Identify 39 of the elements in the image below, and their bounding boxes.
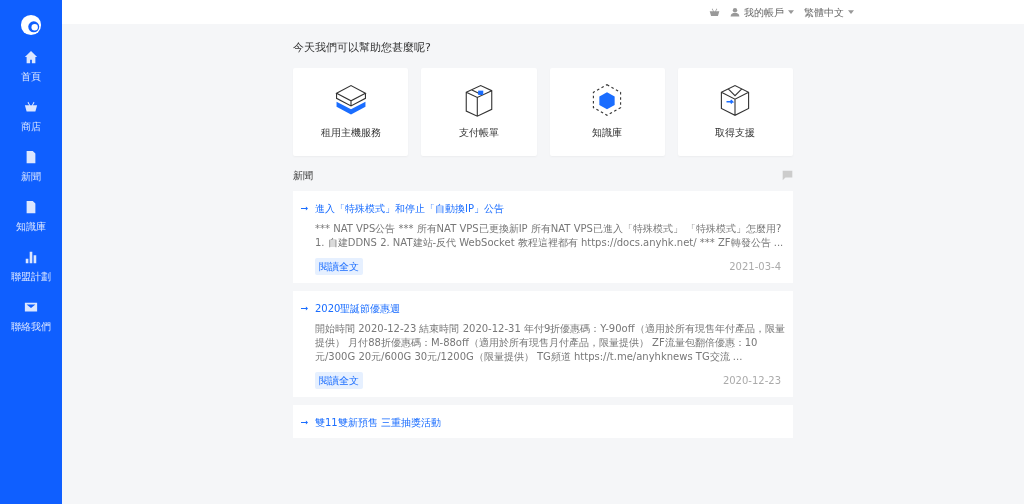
sidebar-item[interactable]: 知識庫	[0, 200, 62, 250]
info-document-icon	[24, 200, 38, 214]
page-heading: 今天我們可以幫助您甚麼呢?	[293, 40, 432, 56]
news-title-link[interactable]: 2020聖誕節優惠週	[315, 300, 401, 316]
news-title-link[interactable]: 進入「特殊模式」和停止「自動換IP」公告	[315, 200, 504, 216]
news-title-link[interactable]: 雙11雙新預售 三重抽獎活動	[315, 414, 441, 430]
section-title: 新聞	[293, 168, 313, 183]
file-icon	[24, 150, 38, 164]
action-card[interactable]: 租用主機服務	[293, 67, 409, 156]
account-menu[interactable]: 我的帳戶	[730, 4, 794, 20]
user-icon	[730, 7, 740, 17]
read-more-button[interactable]: 閱讀全文	[315, 371, 363, 389]
language-menu[interactable]: 繁體中文	[804, 4, 854, 20]
home-icon	[24, 50, 38, 64]
arrow-icon	[301, 305, 308, 311]
basket-icon[interactable]	[709, 6, 720, 18]
arrow-icon	[301, 205, 308, 211]
news-date: 2020-12-23	[722, 373, 781, 388]
action-card[interactable]: 取得支援	[677, 67, 793, 156]
news-excerpt: 開始時間 2020-12-23 結束時間 2020-12-31 年付9折優惠碼：Y-90off（適用於所有現售年付產品，限量提供） 月付88折優惠碼：M-88off（適用於所有現售月付產品，限量提供） ZF流量包翻倍優惠：10元/300G 20元/600G 30元/1200G（限量提供） TG頻道 https://t.me/anyhknews TG交流 ...	[315, 321, 785, 364]
basket-icon	[24, 100, 38, 114]
sidebar-item[interactable]: 首頁	[0, 50, 62, 100]
sidebar-item[interactable]: 聯盟計劃	[0, 250, 62, 300]
arrow-icon	[301, 419, 308, 425]
comment-icon	[782, 169, 793, 181]
caret-icon	[788, 10, 794, 14]
server-stack-icon	[333, 83, 368, 117]
sidebar-item[interactable]: 新聞	[0, 150, 62, 200]
action-card[interactable]: 支付帳單	[421, 67, 537, 156]
sidebar-item[interactable]: 商店	[0, 100, 62, 150]
news-excerpt: *** NAT VPS公告 *** 所有NAT VPS已更換新IP 所有NAT VPS已進入「特殊模式」 「特殊模式」怎麼用? 1. 自建DDNS 2. NAT建站-反代 WebSocket 教程這裡都有 https://docs.anyhk.net/ *** ZF轉發公告 ...	[315, 221, 785, 250]
mail-icon	[24, 300, 38, 314]
read-more-button[interactable]: 閱讀全文	[315, 257, 363, 275]
logo-icon	[20, 14, 42, 36]
sidebar-item[interactable]: 聯絡我們	[0, 300, 62, 350]
news-date: 2021-03-4	[729, 259, 781, 274]
bar-chart-icon	[24, 250, 38, 264]
caret-icon	[848, 10, 854, 14]
action-card[interactable]: 知識庫	[549, 67, 665, 156]
